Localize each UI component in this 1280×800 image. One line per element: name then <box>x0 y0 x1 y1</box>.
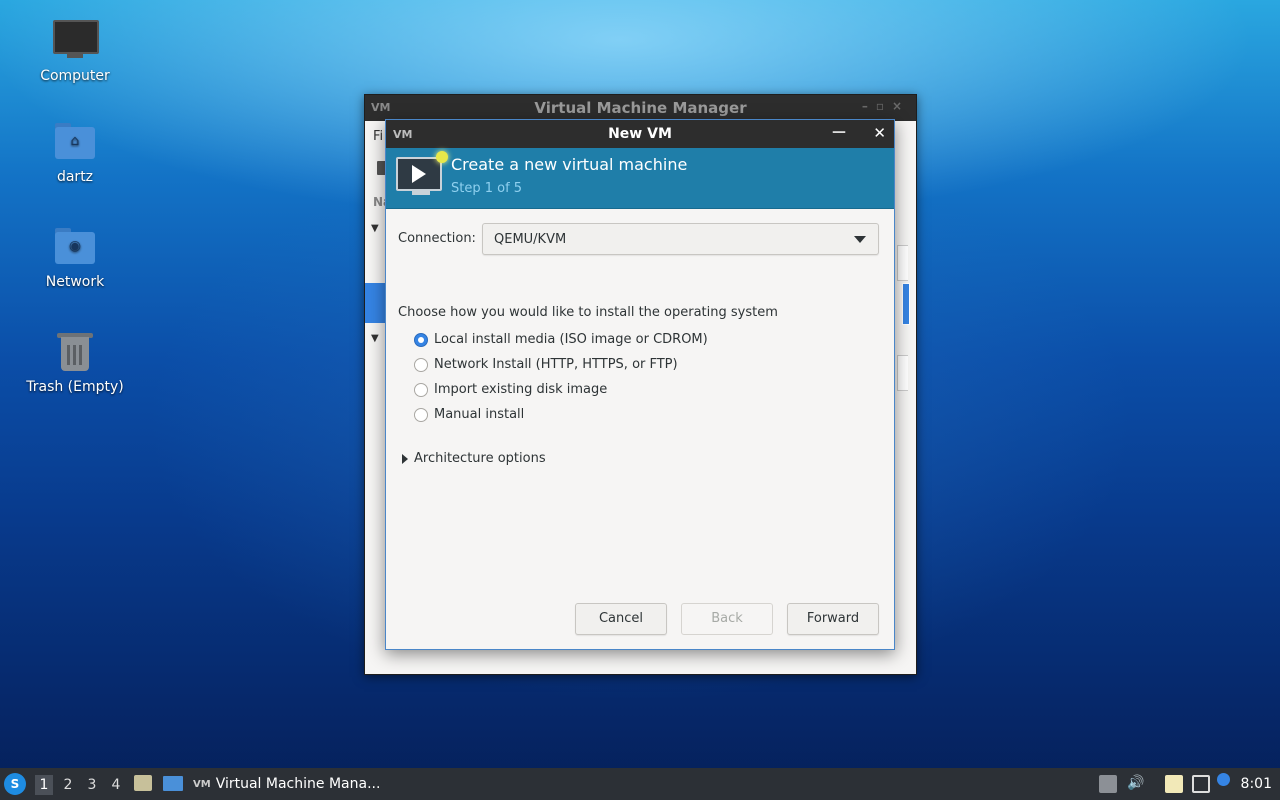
radio-button[interactable] <box>414 357 428 372</box>
install-option-local[interactable]: Local install media (ISO image or CDROM) <box>414 332 708 347</box>
notification-icon[interactable] <box>1217 773 1230 786</box>
taskbar-task-label: Virtual Machine Mana... <box>215 776 381 792</box>
radio-button[interactable] <box>414 382 428 397</box>
forward-button[interactable]: Forward <box>787 603 879 635</box>
dialog-title: New VM <box>608 126 672 142</box>
workspace-1[interactable]: 1 <box>35 775 53 795</box>
workspace-4[interactable]: 4 <box>107 775 125 795</box>
vmm-selected-row-edge <box>902 283 910 325</box>
banner-title: Create a new virtual machine <box>451 155 688 174</box>
start-menu-icon[interactable]: S <box>4 773 26 795</box>
vm-logo-icon: VM <box>193 778 211 790</box>
install-prompt: Choose how you would like to install the… <box>398 305 778 320</box>
architecture-options-expander[interactable]: Architecture options <box>402 451 546 466</box>
clipboard-icon[interactable] <box>1165 775 1183 793</box>
wizard-banner: Create a new virtual machine Step 1 of 5 <box>386 148 894 209</box>
expander-arrow-icon[interactable]: ▼ <box>371 223 379 234</box>
taskbar-task-vmm[interactable]: VM Virtual Machine Mana... <box>193 768 380 800</box>
vmm-logo-icon: VM <box>371 101 391 114</box>
workspace-2[interactable]: 2 <box>59 775 77 795</box>
new-vm-monitor-icon <box>396 151 448 191</box>
computer-icon <box>53 20 99 64</box>
desktop-icon-computer[interactable]: Computer <box>20 16 130 84</box>
minimize-icon[interactable]: — <box>832 124 846 140</box>
vmm-row-box <box>897 245 908 281</box>
desktop-icon-label: dartz <box>56 169 94 185</box>
install-option-label: Manual install <box>434 407 525 422</box>
desktop-icon-label: Trash (Empty) <box>26 379 124 395</box>
install-option-label: Import existing disk image <box>434 382 608 397</box>
radio-button[interactable] <box>414 407 428 422</box>
network-folder-icon: ◉ <box>53 226 97 270</box>
chevron-right-icon <box>402 453 408 464</box>
desktop-icon-trash[interactable]: Trash (Empty) <box>20 331 130 395</box>
new-vm-dialog: VM New VM — ✕ Create a new virtual machi… <box>385 119 895 650</box>
desktop-icon-label: Computer <box>40 68 110 84</box>
cancel-button[interactable]: Cancel <box>575 603 667 635</box>
monitor-stand <box>412 191 430 195</box>
show-desktop-icon[interactable] <box>163 776 183 791</box>
trash-icon <box>53 331 97 375</box>
vmm-selected-row[interactable] <box>365 283 385 323</box>
desktop-icon-label: Network <box>45 274 105 290</box>
vmm-menu-file[interactable]: Fi <box>373 129 383 144</box>
window-controls-icon[interactable]: –▫× <box>862 99 910 113</box>
connection-label: Connection: <box>398 231 476 246</box>
back-button[interactable]: Back <box>681 603 773 635</box>
connection-select[interactable]: QEMU/KVM <box>482 223 879 255</box>
clock[interactable]: 8:01 <box>1241 768 1272 800</box>
vm-logo-icon: VM <box>393 128 413 141</box>
network-status-icon[interactable] <box>1192 775 1210 793</box>
chevron-down-icon <box>854 236 866 243</box>
install-option-label: Local install media (ISO image or CDROM) <box>434 332 708 347</box>
install-option-label: Network Install (HTTP, HTTPS, or FTP) <box>434 357 678 372</box>
file-manager-icon[interactable] <box>134 775 152 791</box>
volume-icon[interactable]: 🔊 <box>1127 775 1145 793</box>
eject-icon[interactable] <box>1099 775 1117 793</box>
vmm-title: Virtual Machine Manager <box>534 99 747 117</box>
close-icon[interactable]: ✕ <box>873 124 886 142</box>
banner-step: Step 1 of 5 <box>451 181 523 196</box>
home-folder-icon: ⌂ <box>53 121 97 165</box>
vmm-titlebar[interactable]: VM Virtual Machine Manager –▫× <box>365 95 916 121</box>
desktop-icon-home-folder[interactable]: ⌂ dartz <box>20 121 130 185</box>
workspace-3[interactable]: 3 <box>83 775 101 795</box>
expander-arrow-icon[interactable]: ▼ <box>371 333 379 344</box>
install-option-import[interactable]: Import existing disk image <box>414 382 607 397</box>
radio-button-selected[interactable] <box>414 332 428 347</box>
vmm-row-box <box>897 355 908 391</box>
taskbar: S 1 2 3 4 VM Virtual Machine Mana... 🔊 8… <box>0 768 1280 800</box>
install-option-manual[interactable]: Manual install <box>414 407 524 422</box>
desktop-icon-network[interactable]: ◉ Network <box>20 226 130 290</box>
install-option-network[interactable]: Network Install (HTTP, HTTPS, or FTP) <box>414 357 678 372</box>
architecture-options-label: Architecture options <box>414 451 546 466</box>
dialog-titlebar[interactable]: VM New VM — ✕ <box>386 120 894 148</box>
connection-value: QEMU/KVM <box>494 232 567 247</box>
